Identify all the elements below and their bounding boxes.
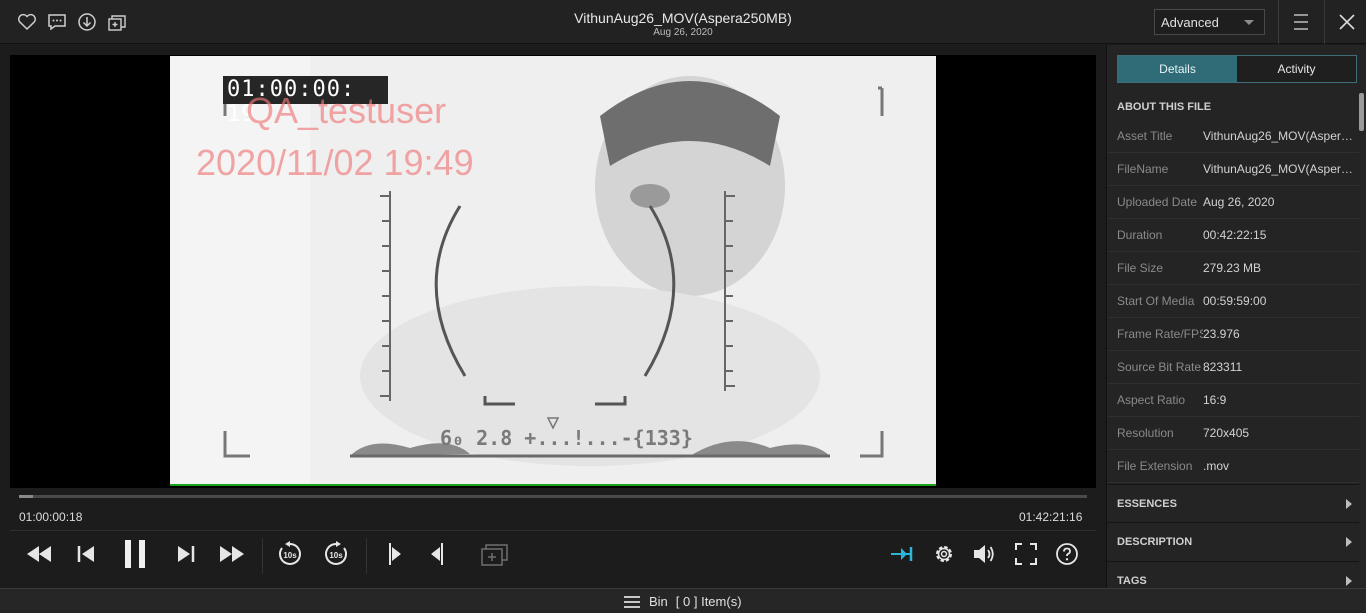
detail-value: 823311 (1203, 360, 1243, 374)
divider (1324, 0, 1325, 44)
seek-bar[interactable] (19, 495, 1087, 498)
detail-row: Frame Rate/FPS 23.976 (1107, 318, 1359, 351)
view-mode-select[interactable]: Advanced (1154, 9, 1265, 35)
bin-toggle[interactable]: Bin [ 0 ] Item(s) (623, 594, 742, 609)
detail-key: Source Bit Rate (1117, 360, 1202, 374)
section-label: TAGS (1117, 575, 1147, 587)
detail-value: VithunAug26_MOV(Aspera250MB) (1203, 129, 1353, 143)
section-label: DESCRIPTION (1117, 536, 1193, 548)
detail-row: Resolution 720x405 (1107, 417, 1359, 450)
details-panel: Details Activity ABOUT THIS FILE Asset T… (1106, 45, 1366, 588)
section-essences[interactable]: ESSENCES (1107, 484, 1359, 522)
detail-key: Duration (1117, 228, 1163, 242)
view-mode-value: Advanced (1161, 15, 1219, 30)
divider (10, 530, 1096, 531)
copy-icon[interactable] (106, 11, 127, 32)
tab-activity[interactable]: Activity (1237, 56, 1356, 82)
chevron-right-icon (1346, 499, 1352, 509)
tab-details[interactable]: Details (1118, 56, 1237, 82)
top-bar: VithunAug26_MOV(Aspera250MB) Aug 26, 202… (0, 0, 1366, 44)
detail-value: 279.23 MB (1203, 261, 1262, 275)
chevron-right-icon (1346, 537, 1352, 547)
download-icon[interactable] (76, 11, 97, 32)
panel-scrollbar[interactable] (1359, 93, 1364, 131)
detail-value: 00:59:59:00 (1203, 294, 1267, 308)
seek-bar-progress (19, 495, 33, 498)
forward-10-icon[interactable]: 10s (320, 538, 352, 570)
about-heading: ABOUT THIS FILE (1117, 101, 1212, 113)
detail-key: File Extension (1117, 459, 1193, 473)
comment-icon[interactable] (46, 11, 67, 32)
chevron-right-icon (1346, 576, 1352, 586)
detail-key: Aspect Ratio (1117, 393, 1186, 407)
panel-tabs: Details Activity (1117, 55, 1357, 83)
add-clip-icon (478, 538, 512, 570)
detail-row: Duration 00:42:22:15 (1107, 219, 1359, 252)
heart-icon[interactable] (16, 11, 37, 32)
detail-value: 00:42:22:15 (1203, 228, 1267, 242)
fullscreen-icon[interactable] (1012, 538, 1040, 570)
section-label: ESSENCES (1117, 498, 1177, 510)
watermark-user: QA_testuser (246, 90, 447, 131)
detail-key: Start Of Media (1117, 294, 1195, 308)
video-player[interactable]: 01:00:00: 19 QA_testuser 2020/11/02 19:4… (10, 55, 1096, 488)
detail-key: Resolution (1117, 426, 1174, 440)
section-description[interactable]: DESCRIPTION (1107, 522, 1359, 560)
forward-10-label: 10s (329, 551, 343, 560)
settings-icon[interactable] (930, 538, 958, 570)
replay-10-icon[interactable]: 10s (274, 538, 306, 570)
page-title: VithunAug26_MOV(Aspera250MB) (574, 10, 792, 26)
step-forward-icon[interactable] (172, 538, 200, 570)
bin-item-count: [ 0 ] Item(s) (675, 594, 742, 609)
asset-date: Aug 26, 2020 (653, 27, 713, 38)
bin-label: Bin (649, 594, 668, 609)
detail-value: .mov (1203, 459, 1230, 473)
detail-key: FileName (1117, 162, 1169, 176)
detail-row: FileName VithunAug26_MOV(Aspera250MB) (1107, 153, 1359, 186)
end-timecode: 01:42:21:16 (1019, 510, 1083, 524)
menu-icon (624, 595, 640, 608)
fast-forward-icon[interactable] (216, 538, 248, 570)
pin-icon[interactable] (888, 538, 916, 570)
divider (1278, 0, 1279, 44)
title-block: VithunAug26_MOV(Aspera250MB) Aug 26, 202… (483, 10, 883, 39)
mark-out-icon[interactable] (424, 538, 454, 570)
menu-icon[interactable] (1287, 11, 1315, 33)
detail-row: File Extension .mov (1107, 450, 1359, 483)
step-back-icon[interactable] (72, 538, 100, 570)
detail-key: Asset Title (1117, 129, 1173, 143)
watermark-datetime: 2020/11/02 19:49 (196, 142, 474, 183)
detail-key: Uploaded Date (1117, 195, 1198, 209)
current-timecode: 01:00:00:18 (19, 510, 83, 524)
help-icon[interactable] (1053, 538, 1081, 570)
divider (262, 538, 263, 574)
bottom-bar: Bin [ 0 ] Item(s) (0, 588, 1366, 613)
mark-in-icon[interactable] (378, 538, 408, 570)
divider (366, 538, 367, 574)
close-icon[interactable] (1333, 8, 1361, 36)
detail-value: Aug 26, 2020 (1203, 195, 1275, 209)
section-tags[interactable]: TAGS (1107, 561, 1359, 588)
top-actions (16, 11, 127, 32)
detail-key: File Size (1117, 261, 1164, 275)
detail-value: 720x405 (1203, 426, 1250, 440)
detail-row: Source Bit Rate 823311 (1107, 351, 1359, 384)
video-frame[interactable]: 01:00:00: 19 QA_testuser 2020/11/02 19:4… (170, 56, 936, 486)
detail-row: Asset Title VithunAug26_MOV(Aspera250MB) (1107, 120, 1359, 153)
details-list: Asset TitleVithunAug26_MOV(Aspera250MB) … (1107, 120, 1359, 483)
detail-value: 23.976 (1203, 327, 1240, 341)
chevron-down-icon (1244, 20, 1254, 25)
replay-10-label: 10s (283, 551, 297, 560)
detail-row: File Size 279.23 MB (1107, 252, 1359, 285)
camera-hud-text: 6₀ 2.8 +...!...-{133} (440, 426, 693, 450)
detail-value: 16:9 (1203, 393, 1227, 407)
detail-row: Aspect Ratio 16:9 (1107, 384, 1359, 417)
detail-row: Uploaded Date Aug 26, 2020 (1107, 186, 1359, 219)
detail-key: Frame Rate/FPS (1117, 327, 1203, 341)
rewind-icon[interactable] (24, 538, 54, 570)
pause-icon[interactable] (118, 538, 152, 570)
detail-row: Start Of Media 00:59:59:00 (1107, 285, 1359, 318)
detail-value: VithunAug26_MOV(Aspera250MB) (1203, 162, 1353, 176)
volume-icon[interactable] (970, 538, 998, 570)
